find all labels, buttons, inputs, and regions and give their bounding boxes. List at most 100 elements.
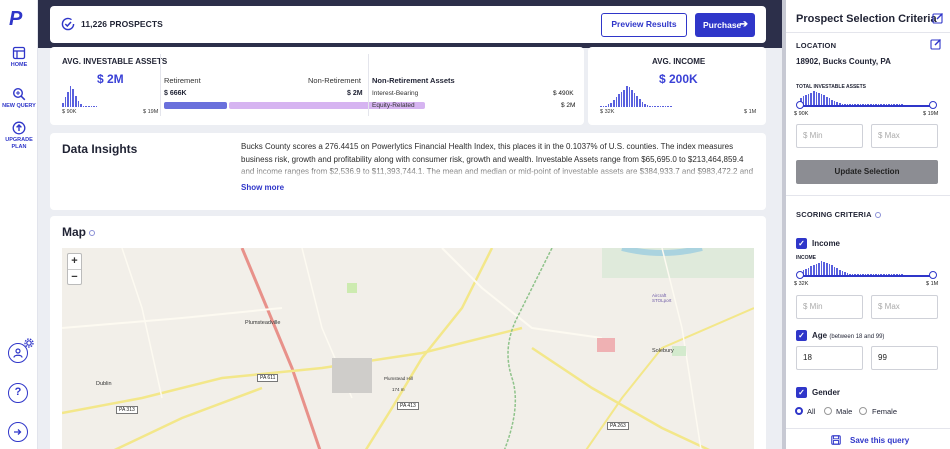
purchase-button[interactable]: Purchase ➔ [695, 13, 755, 37]
gender-all-label: All [807, 407, 816, 416]
histogram-bar [644, 103, 646, 107]
income-slider[interactable] [800, 275, 934, 277]
gender-radio-male[interactable] [824, 407, 832, 415]
histogram-bar [646, 104, 649, 107]
nav-new-query[interactable]: NEW QUERY [0, 87, 38, 110]
gender-checkbox[interactable]: ✓ [796, 387, 807, 398]
gender-radio-all[interactable] [795, 407, 803, 415]
histogram-bar [618, 94, 620, 107]
histogram-bar [667, 106, 670, 107]
retirement-label: Retirement [164, 76, 201, 85]
histogram-bar [807, 267, 810, 275]
histogram-bar [818, 263, 820, 275]
gear-icon[interactable] [24, 338, 34, 348]
route-shield-pa611: PA 611 [257, 374, 279, 382]
income-criteria-label: Income [812, 239, 841, 248]
investable-min-input[interactable]: $ Min [796, 124, 863, 148]
age-min-input[interactable]: 18 [796, 346, 863, 370]
age-checkbox[interactable]: ✓ [796, 330, 807, 341]
histogram-bar [625, 86, 628, 107]
update-selection-button[interactable]: Update Selection [796, 160, 938, 184]
info-icon[interactable] [874, 212, 881, 219]
histogram-bar [810, 93, 812, 105]
histogram-bar [815, 91, 818, 105]
divider [368, 54, 369, 116]
slider-min-handle[interactable] [796, 101, 804, 109]
preview-results-button[interactable]: Preview Results [601, 13, 687, 37]
help-icon: ? [14, 386, 22, 398]
income-slider-min-handle[interactable] [796, 271, 804, 279]
income-caption: INCOME [796, 255, 816, 261]
route-shield-pa413: PA 413 [397, 402, 419, 410]
map-label-airport: Aircraft STOLport [652, 293, 672, 303]
info-icon[interactable] [89, 229, 95, 236]
income-min-input[interactable]: $ Min [796, 295, 863, 319]
investable-assets-card: AVG. INVESTABLE ASSETS $ 2M $ 90K $ 19M … [50, 47, 584, 125]
histogram-bar [87, 106, 90, 107]
income-max-input[interactable]: $ Max [871, 295, 938, 319]
slider-max-handle[interactable] [929, 101, 937, 109]
logout-icon [14, 429, 22, 435]
histogram-bar [638, 99, 641, 107]
histogram-bar [670, 106, 672, 107]
save-icon [831, 435, 841, 445]
divider [786, 32, 950, 33]
map-label-plumstead-hill: Plumstead Hill [384, 376, 413, 381]
histogram-bar [612, 100, 615, 107]
app-logo[interactable]: P [9, 9, 29, 29]
gender-male-label: Male [836, 407, 853, 416]
non-retirement-value: $ 2M [347, 90, 363, 97]
data-insights-card: Data Insights Bucks County scores a 276.… [50, 133, 766, 210]
investable-max-input[interactable]: $ Max [871, 124, 938, 148]
histogram-bar [82, 105, 85, 107]
zoom-in-button[interactable]: + [68, 254, 81, 269]
histogram-bar [812, 91, 815, 105]
histogram-bar [69, 86, 72, 107]
histogram-bar [95, 106, 98, 107]
edit-icon[interactable] [932, 12, 944, 24]
location-heading: LOCATION [796, 41, 837, 50]
equity-related-label: Equity-Related [372, 102, 415, 109]
total-investable-slider[interactable] [800, 105, 934, 107]
save-query-bar[interactable]: Save this query [786, 428, 950, 449]
histogram-bar [662, 106, 664, 107]
income-slider-max-handle[interactable] [929, 271, 937, 279]
nav-upgrade-plan[interactable]: UPGRADE PLAN [0, 121, 38, 151]
map-label-plumsteadville: Plumsteadville [245, 320, 281, 326]
user-icon [13, 348, 23, 358]
interest-bearing-label: Interest-Bearing [372, 90, 419, 97]
map-card: Map + − Plumsteadville Dublin Solebury P… [50, 216, 766, 449]
histogram-bar [633, 92, 636, 107]
total-investable-caption: TOTAL INVESTABLE ASSETS [796, 84, 867, 90]
nav-home[interactable]: HOME [0, 46, 38, 69]
histogram-bar [641, 101, 644, 107]
age-max-input[interactable]: 99 [871, 346, 938, 370]
income-checkbox[interactable]: ✓ [796, 238, 807, 249]
histogram-bar [654, 106, 657, 107]
histogram-bar [815, 263, 818, 275]
histogram-bar [657, 106, 659, 107]
gender-radio-female[interactable] [859, 407, 867, 415]
panel-title: Prospect Selection Criteria [796, 13, 937, 25]
histogram-bar [823, 261, 825, 275]
nav-new-query-label: NEW QUERY [2, 103, 36, 109]
edit-location-icon[interactable] [930, 38, 942, 50]
equity-related-value: $ 2M [561, 102, 576, 109]
map-title-text: Map [62, 225, 86, 239]
show-more-link[interactable]: Show more [241, 183, 284, 192]
histogram-bar [602, 106, 605, 107]
income-card: AVG. INCOME $ 200K $ 32K $ 1M [588, 47, 766, 125]
logout-button[interactable] [8, 422, 28, 442]
total-investable-histogram [800, 91, 903, 105]
zoom-control: + − [67, 253, 82, 285]
map-view[interactable]: + − Plumsteadville Dublin Solebury Plums… [62, 248, 754, 449]
histogram-bar [836, 268, 838, 275]
investable-max-label: $ 19M [143, 109, 159, 115]
upgrade-icon [12, 121, 26, 135]
non-retirement-assets-title: Non-Retirement Assets [372, 76, 455, 85]
prospects-header: 11,226 PROSPECTS Preview Results Purchas… [50, 6, 766, 43]
gender-criteria-label: Gender [812, 388, 841, 397]
help-button[interactable]: ? [8, 383, 28, 403]
zoom-out-button[interactable]: − [68, 269, 81, 284]
histogram-bar [77, 101, 80, 107]
